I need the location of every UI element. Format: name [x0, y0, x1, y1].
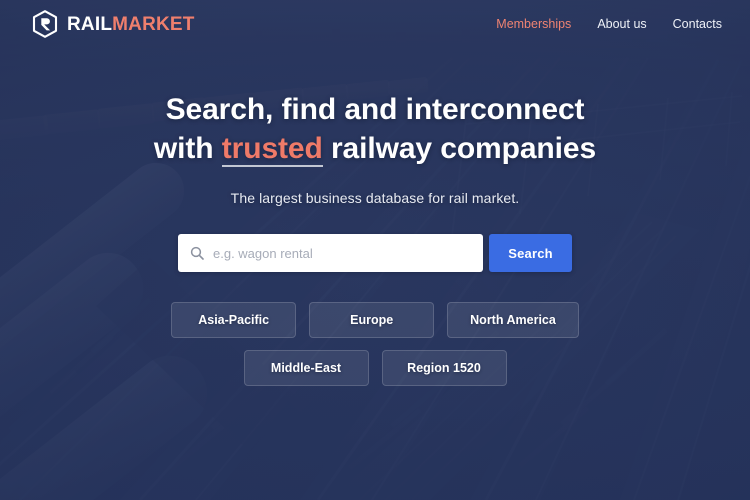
hero-body: Search, find and interconnect with trust… — [0, 48, 750, 386]
nav-link-contacts[interactable]: Contacts — [673, 17, 722, 31]
search-row: Search — [178, 234, 572, 272]
search-input[interactable] — [213, 245, 471, 261]
region-filters-row-2: Middle-East Region 1520 — [165, 350, 585, 386]
brand-name-primary: RAIL — [67, 13, 113, 35]
hexagon-r-logo-icon — [32, 10, 58, 38]
region-chip-asia-pacific[interactable]: Asia-Pacific — [171, 302, 297, 338]
brand-logo[interactable]: RAILMARKET — [32, 10, 195, 38]
region-chip-region-1520[interactable]: Region 1520 — [381, 350, 507, 386]
nav-link-about-us[interactable]: About us — [597, 17, 646, 31]
brand-name-secondary: MARKET — [112, 13, 195, 35]
brand-wordmark: RAILMARKET — [67, 15, 195, 34]
region-filters-row-1: Asia-Pacific Europe North America — [165, 302, 585, 338]
nav-link-memberships[interactable]: Memberships — [496, 17, 571, 31]
search-field[interactable] — [178, 234, 483, 272]
site-header: RAILMARKET Memberships About us Contacts — [0, 0, 750, 48]
page-subtitle: The largest business database for rail m… — [230, 190, 520, 206]
hero-section: RAILMARKET Memberships About us Contacts… — [0, 0, 750, 500]
region-chip-north-america[interactable]: North America — [447, 302, 579, 338]
search-icon — [190, 246, 204, 260]
headline-text-part2: railway companies — [322, 132, 597, 165]
main-navigation: Memberships About us Contacts — [496, 17, 722, 31]
search-button[interactable]: Search — [489, 234, 572, 272]
hero-content: RAILMARKET Memberships About us Contacts… — [0, 0, 750, 500]
region-chip-middle-east[interactable]: Middle-East — [243, 350, 369, 386]
headline-accent-word: trusted — [221, 132, 323, 167]
region-chip-europe[interactable]: Europe — [309, 302, 435, 338]
page-title: Search, find and interconnect with trust… — [140, 90, 610, 168]
